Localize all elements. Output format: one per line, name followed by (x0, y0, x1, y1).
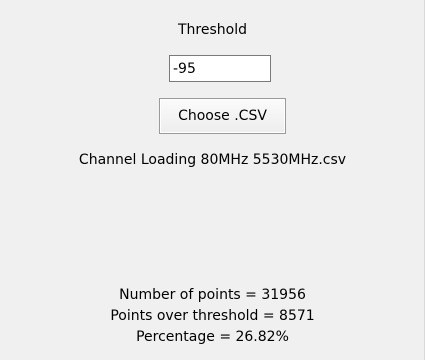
results-panel: Number of points = 31956 Points over thr… (0, 285, 425, 348)
threshold-input[interactable] (170, 56, 270, 81)
number-of-points-text: Number of points = 31956 (119, 287, 306, 303)
percentage-text: Percentage = 26.82% (136, 329, 289, 345)
threshold-label: Threshold (178, 22, 247, 38)
selected-file-label: Channel Loading 80MHz 5530MHz.csv (78, 152, 347, 168)
threshold-window: Threshold Choose .CSV Channel Loading 80… (0, 0, 425, 360)
threshold-input-wrapper[interactable] (169, 55, 271, 82)
choose-csv-button[interactable]: Choose .CSV (159, 98, 286, 134)
points-over-threshold-text: Points over threshold = 8571 (110, 308, 315, 324)
